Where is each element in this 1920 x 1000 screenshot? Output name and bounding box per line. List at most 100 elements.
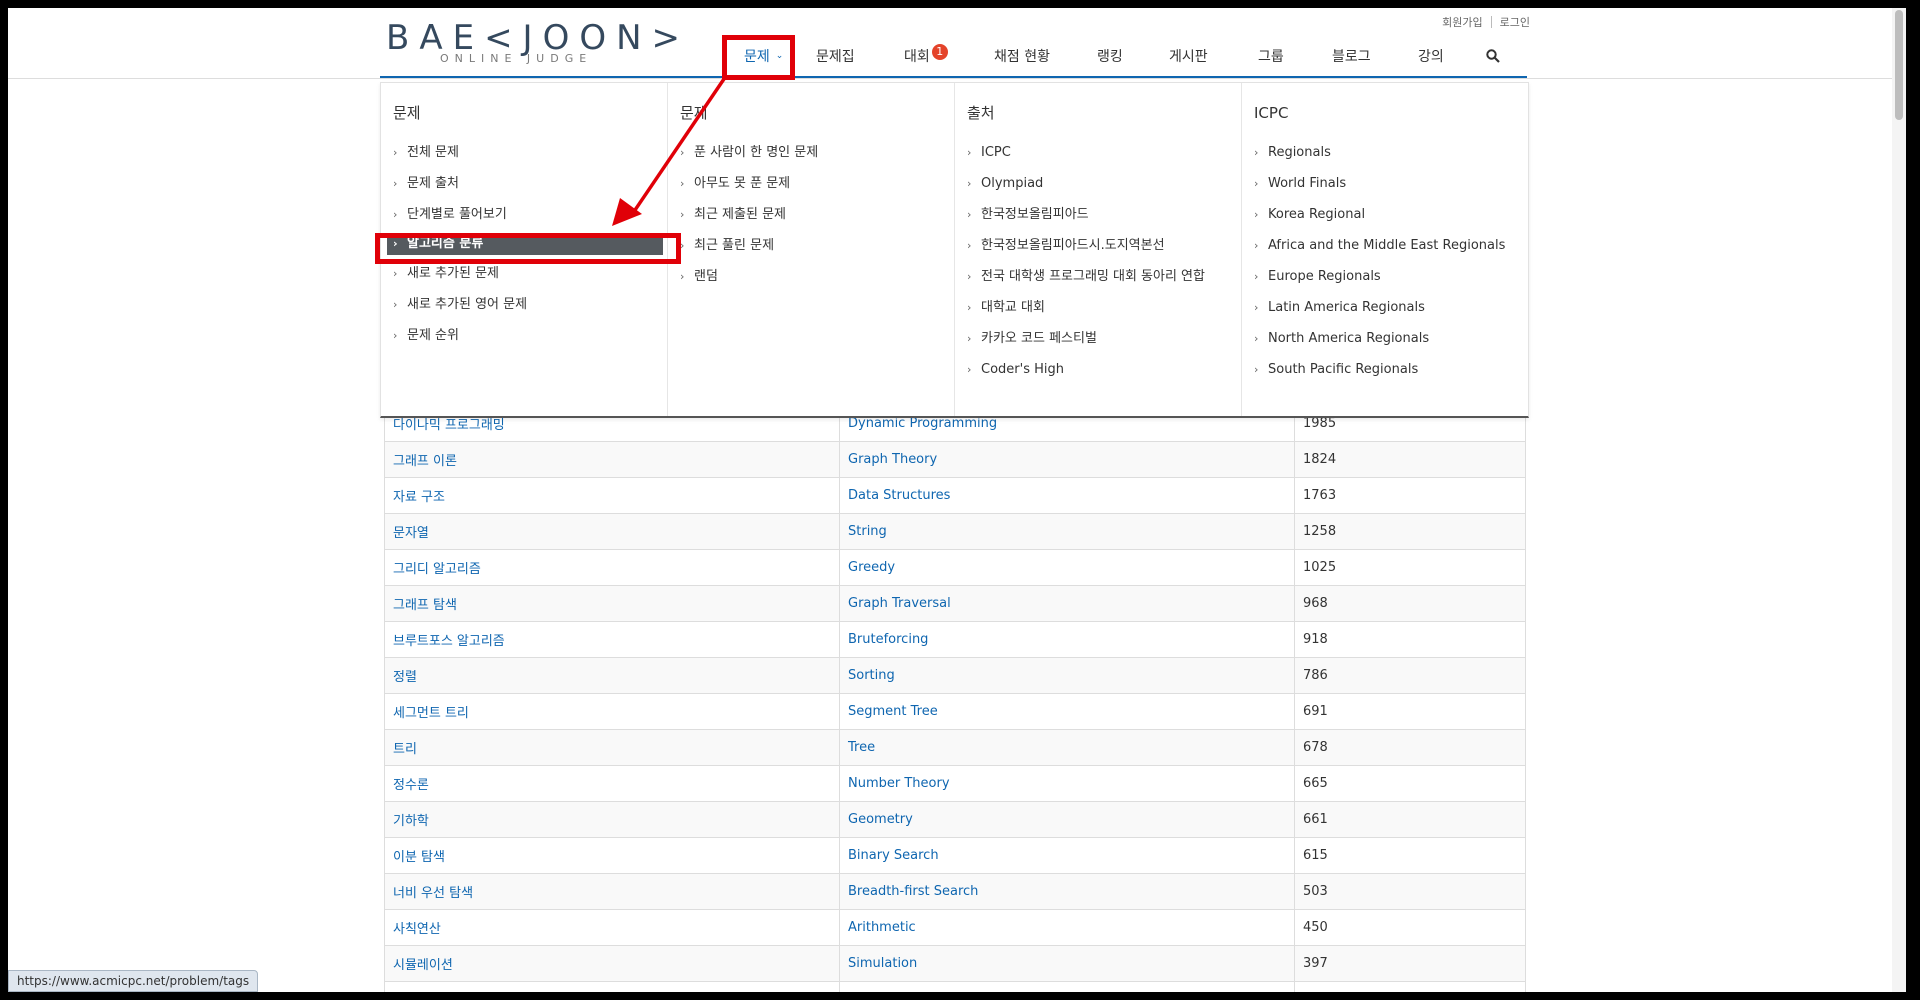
nav-item-group[interactable]: 그룹 <box>1258 36 1284 76</box>
chevron-right-icon: › <box>1254 208 1259 221</box>
problem-count: 786 <box>1294 658 1526 693</box>
search-icon[interactable] <box>1486 36 1500 76</box>
dropdown-item-label: Olympiad <box>981 176 1044 191</box>
signup-link[interactable]: 회원가입 <box>1442 14 1482 30</box>
tag-name-ko-link[interactable]: 그리디 알고리즘 <box>384 550 839 585</box>
chevron-right-icon: › <box>1254 177 1259 190</box>
tag-name-en-link[interactable]: Graph Theory <box>839 442 1294 477</box>
tag-name-en-link[interactable]: Bruteforcing <box>839 622 1294 657</box>
dropdown-item[interactable]: › 전체 문제 <box>381 137 667 168</box>
dropdown-item-label: 단계별로 풀어보기 <box>407 207 507 222</box>
problem-count: 503 <box>1294 874 1526 909</box>
dropdown-item-label: 한국정보올림피아드시.도지역본선 <box>981 238 1165 253</box>
table-row: 세그먼트 트리 Segment Tree 691 <box>384 694 1526 730</box>
chevron-right-icon: › <box>967 239 972 252</box>
tag-name-ko-link[interactable]: 트리 <box>384 730 839 765</box>
dropdown-item[interactable]: › 문제 출처 <box>381 168 667 199</box>
dropdown-item[interactable]: › 전국 대학생 프로그래밍 대회 동아리 연합 <box>955 261 1241 292</box>
nav-item-ranking[interactable]: 랭킹 <box>1097 36 1123 76</box>
dropdown-item[interactable]: › South Pacific Regionals <box>1242 354 1528 385</box>
dropdown-item-label: Europe Regionals <box>1268 269 1381 284</box>
tag-name-ko-link[interactable]: 그래프 탐색 <box>384 586 839 621</box>
dropdown-item[interactable]: › Olympiad <box>955 168 1241 199</box>
chevron-right-icon: › <box>967 208 972 221</box>
dropdown-item[interactable]: › Korea Regional <box>1242 199 1528 230</box>
tag-name-ko-link[interactable]: 문자열 <box>384 514 839 549</box>
dropdown-item[interactable]: › 단계별로 풀어보기 <box>381 199 667 230</box>
dropdown-item[interactable]: › 랜덤 <box>668 261 954 292</box>
page-scrollbar[interactable] <box>1892 8 1906 992</box>
tag-name-en-link[interactable]: Number Theory <box>839 766 1294 801</box>
login-link[interactable]: 로그인 <box>1500 14 1530 30</box>
tag-name-en-link[interactable]: Data Structures <box>839 478 1294 513</box>
status-bar-url: https://www.acmicpc.net/problem/tags <box>8 970 259 992</box>
dropdown-item[interactable]: › Regionals <box>1242 137 1528 168</box>
nav-item-lecture[interactable]: 강의 <box>1418 36 1444 76</box>
tag-name-ko-link[interactable]: 정수론 <box>384 766 839 801</box>
tag-name-en-link[interactable]: Arithmetic <box>839 910 1294 945</box>
dropdown-item[interactable]: › Africa and the Middle East Regionals <box>1242 230 1528 261</box>
dropdown-item[interactable]: › 최근 풀린 문제 <box>668 230 954 261</box>
chevron-right-icon: › <box>393 298 398 311</box>
dropdown-item[interactable]: › 최근 제출된 문제 <box>668 199 954 230</box>
tag-name-en-link[interactable]: Breadth-first Search <box>839 874 1294 909</box>
dropdown-item-label: 문제 순위 <box>407 328 459 343</box>
tag-name-ko-link[interactable]: 자료 구조 <box>384 478 839 513</box>
tag-name-ko-link[interactable]: 너비 우선 탐색 <box>384 874 839 909</box>
dropdown-item[interactable]: › 카카오 코드 페스티벌 <box>955 323 1241 354</box>
tag-name-en-link[interactable]: Geometry <box>839 802 1294 837</box>
nav-item-status[interactable]: 채점 현황 <box>994 36 1050 76</box>
dropdown-item-label: North America Regionals <box>1268 331 1430 346</box>
dropdown-item[interactable]: › 한국정보올림피아드 <box>955 199 1241 230</box>
chevron-right-icon: › <box>1254 363 1259 376</box>
tag-name-en-link[interactable]: String <box>839 514 1294 549</box>
tag-name-en-link[interactable]: Tree <box>839 730 1294 765</box>
dropdown-column-title: 문제 <box>393 104 421 122</box>
scrollbar-thumb[interactable] <box>1895 10 1903 120</box>
tag-name-en-link[interactable]: Graph Traversal <box>839 586 1294 621</box>
dropdown-item[interactable]: › Europe Regionals <box>1242 261 1528 292</box>
nav-item-blog[interactable]: 블로그 <box>1332 36 1371 76</box>
dropdown-item-label: 한국정보올림피아드 <box>981 207 1089 222</box>
dropdown-item[interactable]: › North America Regionals <box>1242 323 1528 354</box>
tag-name-ko-link[interactable]: 세그먼트 트리 <box>384 694 839 729</box>
nav-item-workbook[interactable]: 문제집 <box>816 36 855 76</box>
tag-name-ko-link[interactable]: 기하학 <box>384 802 839 837</box>
tag-name-en-link[interactable]: Simulation <box>839 946 1294 981</box>
tag-name-ko-link[interactable]: 브루트포스 알고리즘 <box>384 622 839 657</box>
dropdown-item[interactable]: › Coder's High <box>955 354 1241 385</box>
notification-badge: 1 <box>931 44 948 60</box>
table-row: 문자열 String 1258 <box>384 514 1526 550</box>
dropdown-item[interactable]: › World Finals <box>1242 168 1528 199</box>
tag-name-en-link[interactable]: Segment Tree <box>839 694 1294 729</box>
chevron-right-icon: › <box>1254 146 1259 159</box>
problem-count: 678 <box>1294 730 1526 765</box>
dropdown-item[interactable]: › 새로 추가된 영어 문제 <box>381 289 667 320</box>
dropdown-item[interactable]: › 아무도 못 푼 문제 <box>668 168 954 199</box>
dropdown-item[interactable]: › 푼 사람이 한 명인 문제 <box>668 137 954 168</box>
nav-item-board[interactable]: 게시판 <box>1169 36 1208 76</box>
dropdown-item[interactable]: › 문제 순위 <box>381 320 667 351</box>
tag-name-en-link[interactable]: Binary Search <box>839 838 1294 873</box>
dropdown-item[interactable]: › 한국정보올림피아드시.도지역본선 <box>955 230 1241 261</box>
dropdown-item[interactable]: › Latin America Regionals <box>1242 292 1528 323</box>
tag-name-ko-link[interactable]: 정렬 <box>384 658 839 693</box>
dropdown-column-title: 출처 <box>967 104 995 122</box>
tag-name-en-link[interactable]: Sorting <box>839 658 1294 693</box>
tag-name-en-link[interactable]: Greedy <box>839 550 1294 585</box>
tag-name-ko-link[interactable]: 그래프 이론 <box>384 442 839 477</box>
dropdown-item-label: 전체 문제 <box>407 145 459 160</box>
divider <box>1490 16 1492 28</box>
tag-name-en-link[interactable]: Combinatorics <box>839 982 1294 992</box>
problem-count: 615 <box>1294 838 1526 873</box>
nav-item-contest[interactable]: 대회 1 <box>904 36 948 76</box>
dropdown-item[interactable]: › 대학교 대회 <box>955 292 1241 323</box>
problem-count: 665 <box>1294 766 1526 801</box>
site-logo-subtitle: ONLINE JUDGE <box>440 52 593 65</box>
tag-name-ko-link[interactable]: 조합론 <box>384 982 839 992</box>
dropdown-item[interactable]: › ICPC <box>955 137 1241 168</box>
tag-name-ko-link[interactable]: 이분 탐색 <box>384 838 839 873</box>
dropdown-item-label: 최근 풀린 문제 <box>694 238 775 253</box>
tag-name-ko-link[interactable]: 사칙연산 <box>384 910 839 945</box>
tag-name-ko-link[interactable]: 시뮬레이션 <box>384 946 839 981</box>
